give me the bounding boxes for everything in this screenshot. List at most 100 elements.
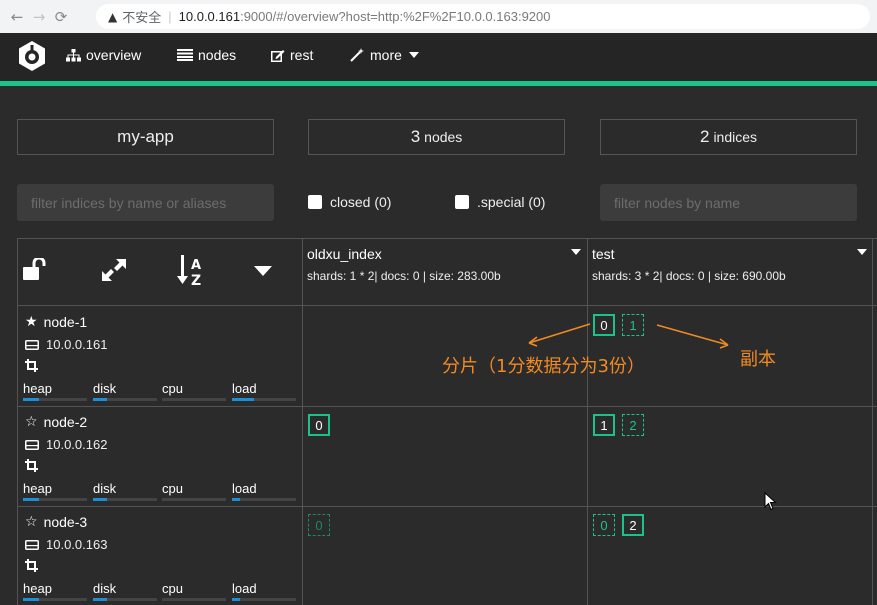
index-name[interactable]: oldxu_index: [307, 246, 382, 262]
nodes-label: nodes: [424, 129, 463, 145]
indices-count-box: 2 indices: [600, 119, 857, 155]
cluster-grid: A Z oldxu_index shards: 1 * 2| docs: 0 |…: [17, 238, 877, 605]
shard-replica[interactable]: 0: [308, 514, 330, 536]
cluster-name: my-app: [117, 127, 174, 146]
warning-icon: ▲: [108, 9, 118, 24]
shard-primary[interactable]: 0: [593, 314, 615, 336]
special-checkbox-box[interactable]: [455, 195, 469, 209]
app-logo-icon[interactable]: [16, 40, 48, 72]
stat-disk: disk: [93, 481, 117, 496]
stat-heap: heap: [23, 481, 52, 496]
load-bar: [232, 398, 296, 401]
crop-icon[interactable]: [25, 559, 38, 572]
hdd-icon: [25, 339, 39, 350]
bar-fill: [232, 598, 240, 601]
unlock-icon[interactable]: [23, 258, 47, 280]
nav-more-label: more: [370, 47, 402, 63]
cluster-name-box: my-app: [17, 119, 274, 155]
hdd-icon: [25, 539, 39, 550]
node-name[interactable]: ★ node-1: [25, 314, 87, 330]
browser-toolbar: ← → ⟳ ▲ 不安全 | 10.0.0.161:9000/#/overview…: [0, 0, 877, 33]
chevron-down-icon: [408, 52, 419, 58]
indices-filter-input[interactable]: [17, 184, 274, 221]
node-ip-label: 10.0.0.163: [46, 537, 108, 552]
bar-fill: [23, 498, 39, 501]
heap-bar: [23, 398, 87, 401]
node-ip: 10.0.0.161: [25, 337, 107, 352]
grid-col-divider: [587, 238, 588, 605]
navbar-accent-line: [0, 81, 877, 86]
stat-cpu: cpu: [162, 381, 183, 396]
replica-annotation: 副本: [740, 349, 776, 370]
grid-col-divider: [302, 238, 303, 605]
bar-fill: [23, 598, 39, 601]
node-ip-label: 10.0.0.161: [46, 337, 108, 352]
hdd-icon: [25, 439, 39, 450]
node-ip: 10.0.0.163: [25, 537, 107, 552]
bar-fill: [232, 398, 255, 401]
grid-col-divider: [872, 238, 873, 605]
crop-icon[interactable]: [25, 459, 38, 472]
load-bar: [232, 498, 296, 501]
closed-checkbox-box[interactable]: [308, 195, 322, 209]
index-meta: shards: 1 * 2| docs: 0 | size: 283.00b: [307, 269, 501, 283]
stat-disk: disk: [93, 581, 117, 596]
stat-disk: disk: [93, 381, 117, 396]
svg-text:A: A: [191, 258, 201, 273]
url-host: 10.0.0.161: [178, 9, 241, 24]
node-ip: 10.0.0.162: [25, 437, 107, 452]
node-name[interactable]: ☆ node-2: [25, 414, 87, 430]
chevron-down-icon[interactable]: [857, 249, 867, 255]
nav-nodes-label: nodes: [198, 47, 237, 63]
closed-checkbox[interactable]: closed (0): [308, 194, 391, 210]
cpu-bar: [162, 598, 226, 601]
nav-nodes[interactable]: nodes: [177, 47, 236, 63]
node-name-label: node-1: [43, 314, 88, 330]
node-ip-label: 10.0.0.162: [46, 437, 108, 452]
disk-bar: [93, 398, 157, 401]
nav-more[interactable]: more: [350, 47, 419, 63]
address-bar[interactable]: ▲ 不安全 | 10.0.0.161:9000/#/overview?host=…: [96, 4, 870, 29]
back-arrow-icon[interactable]: ←: [6, 8, 28, 26]
disk-bar: [93, 498, 157, 501]
sort-alpha-icon[interactable]: A Z: [177, 254, 207, 288]
cpu-bar: [162, 498, 226, 501]
app-navbar: overview nodes rest more: [0, 33, 877, 81]
mouse-cursor-icon: [764, 492, 777, 511]
stat-load: load: [232, 481, 257, 496]
nav-overview[interactable]: overview: [66, 47, 141, 63]
url-separator: |: [168, 9, 172, 24]
forward-arrow-icon[interactable]: →: [28, 8, 50, 26]
shard-replica[interactable]: 0: [593, 514, 615, 536]
stat-load: load: [232, 381, 257, 396]
chevron-down-icon[interactable]: [571, 249, 581, 255]
stat-cpu: cpu: [162, 581, 183, 596]
bar-fill: [93, 398, 108, 401]
sitemap-icon: [66, 48, 81, 61]
stat-heap: heap: [23, 581, 52, 596]
nav-rest[interactable]: rest: [271, 47, 313, 63]
node-name[interactable]: ☆ node-3: [25, 514, 87, 530]
star-outline-icon: ☆: [25, 414, 38, 430]
shard-replica[interactable]: 2: [622, 414, 644, 436]
star-filled-icon: ★: [25, 314, 38, 330]
closed-checkbox-label: closed (0): [330, 194, 392, 210]
bar-fill: [232, 498, 240, 501]
shard-primary[interactable]: 0: [308, 414, 330, 436]
stat-load: load: [232, 581, 257, 596]
expand-icon[interactable]: [101, 258, 127, 282]
cpu-bar: [162, 398, 226, 401]
nodes-count: 3: [410, 127, 421, 146]
disk-bar: [93, 598, 157, 601]
special-checkbox[interactable]: .special (0): [455, 194, 545, 210]
chevron-down-icon[interactable]: [254, 266, 272, 276]
index-name[interactable]: test: [592, 246, 615, 262]
indices-label: indices: [713, 129, 758, 145]
shard-replica[interactable]: 1: [622, 314, 644, 336]
nodes-filter-input[interactable]: [600, 184, 857, 221]
reload-icon[interactable]: ⟳: [50, 8, 72, 26]
shard-primary[interactable]: 1: [593, 414, 615, 436]
shard-primary[interactable]: 2: [622, 514, 644, 536]
index-meta: shards: 3 * 2| docs: 0 | size: 690.00b: [592, 269, 786, 283]
crop-icon[interactable]: [25, 359, 38, 372]
